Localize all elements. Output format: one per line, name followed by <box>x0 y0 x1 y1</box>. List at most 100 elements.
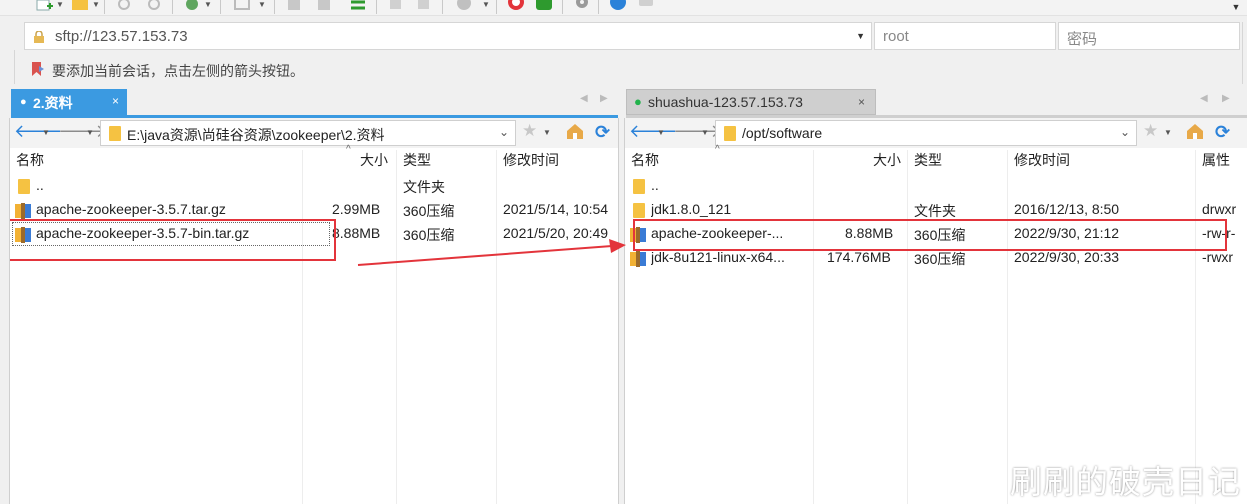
tab-remote-label: shuashua-123.57.153.73 <box>648 94 803 110</box>
file-name: .. <box>36 177 44 193</box>
toolbar-separator <box>442 0 443 14</box>
chevron-down-icon[interactable]: ▼ <box>482 0 490 9</box>
close-icon[interactable]: × <box>112 94 119 108</box>
file-size: 2.99MB <box>332 201 381 217</box>
username-field[interactable]: root <box>874 22 1056 50</box>
toolbar-separator <box>598 0 599 14</box>
local-path-input[interactable]: E:\java资源\尚硅谷资源\zookeeper\2.资料 ⌄ <box>100 120 516 146</box>
star-icon[interactable]: ★ <box>1143 121 1158 141</box>
col-header-name[interactable]: 名称 <box>631 150 659 174</box>
refresh-icon[interactable]: ⟳ <box>1215 122 1230 143</box>
paste-icon[interactable] <box>414 0 434 14</box>
archive-icon <box>14 201 32 219</box>
chevron-down-icon[interactable]: ▼ <box>92 0 100 9</box>
col-header-modified[interactable]: 修改时间 <box>1014 150 1070 174</box>
file-name: jdk-8u121-linux-x64... <box>651 249 785 265</box>
open-folder-icon[interactable] <box>70 0 90 14</box>
address-input[interactable]: sftp://123.57.153.73 ▼ <box>24 22 872 50</box>
toolbar-separator <box>172 0 173 14</box>
remote-path-input[interactable]: /opt/software ⌄ <box>715 120 1137 146</box>
chevron-down-icon[interactable]: ⌄ <box>1120 125 1130 139</box>
folder-icon <box>724 126 736 141</box>
file-type: 360压缩 <box>403 227 455 243</box>
copy-icon[interactable] <box>386 0 406 14</box>
chevron-down-icon[interactable]: ▼ <box>701 128 709 137</box>
password-placeholder: 密码 <box>1067 31 1098 48</box>
chevron-down-icon[interactable]: ▼ <box>657 128 665 137</box>
file-attrs: -rwxr <box>1202 249 1234 265</box>
file-type: 360压缩 <box>914 251 966 267</box>
settings-icon[interactable] <box>182 0 202 14</box>
new-session-icon[interactable] <box>34 0 54 14</box>
chevron-down-icon[interactable]: ▼ <box>86 128 94 137</box>
col-header-name[interactable]: 名称 <box>16 150 44 174</box>
tab-local-label: 2.资料 <box>33 95 73 111</box>
toolbar-separator <box>220 0 221 14</box>
back-arrow-icon[interactable]: 🡐 <box>629 121 677 142</box>
chat-icon[interactable] <box>636 0 656 14</box>
bookmark-arrow-icon[interactable] <box>30 61 46 77</box>
chevron-down-icon[interactable]: ▼ <box>856 31 865 41</box>
file-row[interactable]: .. <box>625 174 1247 198</box>
tab-next-icon[interactable]: ▶ <box>1222 93 1230 104</box>
chevron-down-icon[interactable]: ▼ <box>204 0 212 9</box>
highlight-box <box>10 219 336 261</box>
terminal-icon[interactable] <box>232 0 252 14</box>
save-icon[interactable] <box>284 0 304 14</box>
hint-text: 要添加当前会话，点击左侧的箭头按钮。 <box>52 63 304 79</box>
chevron-down-icon[interactable]: ▼ <box>56 0 64 9</box>
folder-icon <box>109 126 121 141</box>
chevron-down-icon[interactable]: ▼ <box>543 128 551 137</box>
back-arrow-icon[interactable]: 🡐 <box>14 121 62 142</box>
chevron-down-icon[interactable]: ▼ <box>42 128 50 137</box>
folder-icon <box>633 179 645 194</box>
star-icon[interactable]: ★ <box>522 121 537 141</box>
chevron-down-icon[interactable]: ⌄ <box>499 125 509 139</box>
col-header-size[interactable]: 大小 <box>873 150 901 174</box>
col-header-modified[interactable]: 修改时间 <box>503 150 559 174</box>
col-header-attrs[interactable]: 属性 <box>1202 150 1230 174</box>
tab-prev-icon[interactable]: ◀ <box>580 93 588 104</box>
file-name: jdk1.8.0_121 <box>651 201 732 217</box>
watermark-text: 刷刷的破壳日记 <box>1009 463 1241 501</box>
session-address-row: sftp://123.57.153.73 ▼ root 密码 <box>0 22 1247 52</box>
home-icon[interactable] <box>1185 122 1205 140</box>
close-icon[interactable]: × <box>858 95 865 109</box>
password-field[interactable]: 密码 <box>1058 22 1240 50</box>
link-icon[interactable] <box>114 0 134 14</box>
file-modified: 2016/12/13, 8:50 <box>1014 201 1120 217</box>
tab-next-icon[interactable]: ▶ <box>600 93 608 104</box>
file-row[interactable]: .. 文件夹 <box>10 174 618 198</box>
unlink-icon[interactable] <box>144 0 164 14</box>
toolbar-separator <box>274 0 275 14</box>
toolbar-separator <box>104 0 105 14</box>
gear-icon[interactable] <box>572 0 592 14</box>
tab-prev-icon[interactable]: ◀ <box>1200 93 1208 104</box>
col-header-size[interactable]: 大小 <box>360 150 388 174</box>
remote-file-pane: 🡐 ▼ 🡒 ▼ /opt/software ⌄ ★ ▼ ⟳ 名称 ^ 大小 类型… <box>624 118 1247 504</box>
sort-caret-icon: ^ <box>715 144 720 155</box>
file-modified: 2021/5/20, 20:49 <box>503 225 609 241</box>
file-name: apache-zookeeper-3.5.7.tar.gz <box>36 201 226 217</box>
toolbar-separator <box>376 0 377 14</box>
green-plugin-icon[interactable] <box>534 0 554 14</box>
chevron-down-icon[interactable]: ▼ <box>1164 128 1172 137</box>
refresh-icon[interactable]: ⟳ <box>595 122 610 143</box>
help-icon[interactable] <box>608 0 628 14</box>
disk-icon[interactable] <box>454 0 474 14</box>
file-name: .. <box>651 177 659 193</box>
file-type: 360压缩 <box>403 203 455 219</box>
save-all-icon[interactable] <box>314 0 334 14</box>
folder-icon <box>18 179 30 194</box>
file-modified: 2022/9/30, 20:33 <box>1014 249 1120 265</box>
tab-local[interactable]: ● 2.资料 × <box>11 89 127 115</box>
col-header-type[interactable]: 类型 <box>914 150 942 174</box>
transfer-icon[interactable] <box>348 0 368 14</box>
remote-path-text: /opt/software <box>742 125 823 141</box>
col-header-type[interactable]: 类型 <box>403 150 431 174</box>
chevron-down-icon[interactable]: ▼ <box>258 0 266 9</box>
red-plugin-icon[interactable] <box>506 0 526 14</box>
toolbar-scroll-down-icon[interactable]: ▼ <box>1227 0 1245 16</box>
tab-remote[interactable]: ● shuashua-123.57.153.73 × <box>626 89 876 115</box>
home-icon[interactable] <box>565 122 585 140</box>
